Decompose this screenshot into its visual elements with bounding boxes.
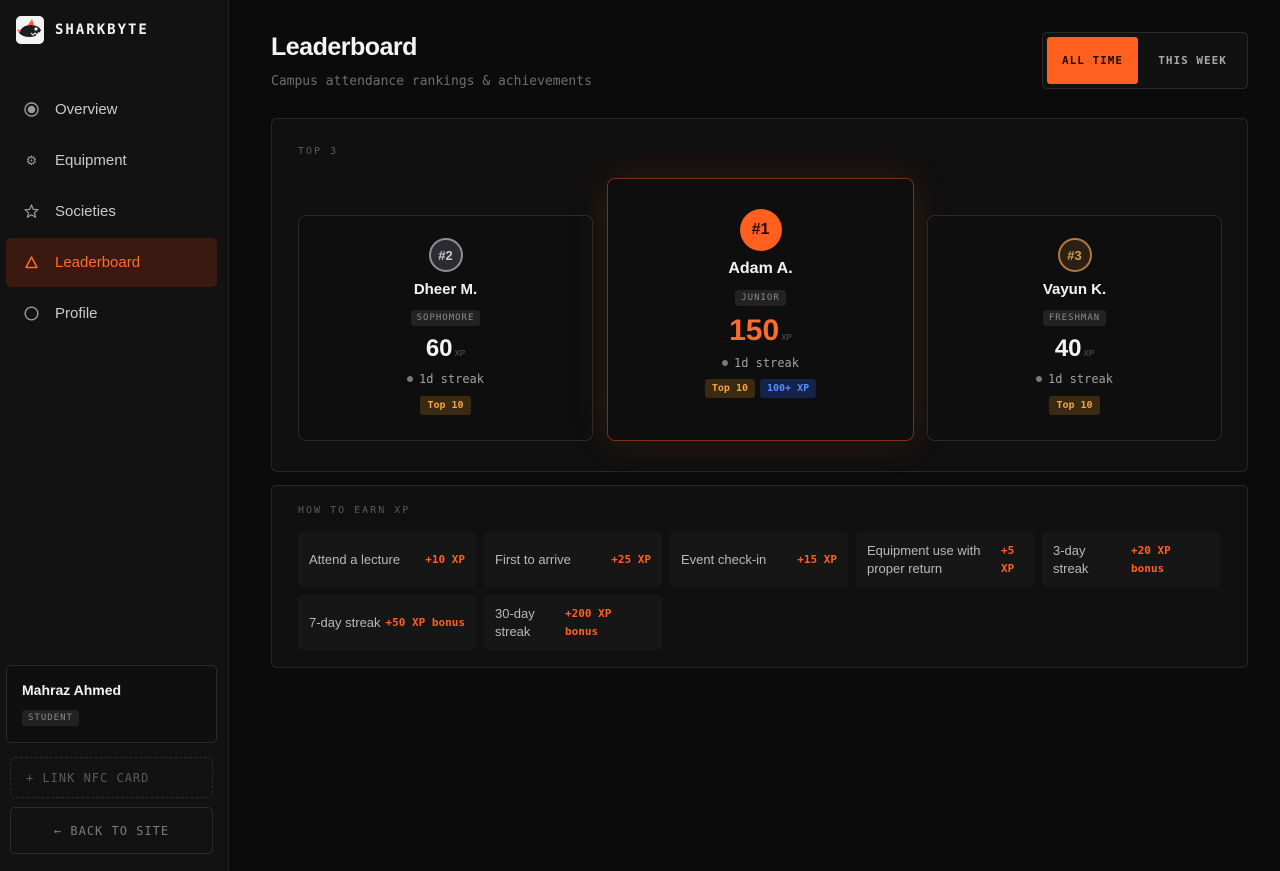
streak-text: 1d streak [1047,372,1114,386]
xp-unit: XP [781,333,792,342]
xp-rule-value: +5 XP [1001,543,1015,575]
rank-badge: #3 [1057,238,1092,272]
user-card[interactable]: Mahraz Ahmed STUDENT [6,665,217,743]
xp-rule-card: 7-day streak +50 XP bonus [298,595,476,650]
top3-panel: TOP 3 #2 Dheer M. SOPHOMORE 60 XP 1d str… [271,118,1248,472]
achievement-badges: Top 10 [299,396,592,415]
xp-rule-card: Event check-in +15 XP [670,532,848,587]
year-badge: SOPHOMORE [410,310,481,326]
xp-score: 40 XP [928,335,1221,363]
panel-label: TOP 3 [298,146,339,157]
xp-rule-card: First to arrive +25 XP [484,532,662,587]
xp-rule-label: Attend a lecture [309,551,401,567]
xp-rule-value: +10 XP [425,552,465,566]
time-range-toggle: ALL TIME THIS WEEK [1042,32,1248,89]
sidebar-item-label: Leaderboard [55,254,141,271]
dot-icon [1035,376,1042,382]
podium-card-second[interactable]: #2 Dheer M. SOPHOMORE 60 XP 1d streak To… [298,215,593,441]
sidebar-item-profile[interactable]: Profile [6,289,217,338]
xp-rule-label: 3-day streak [1053,542,1089,576]
xp-rule-card: Equipment use with proper return +5 XP [856,532,1034,587]
xp-value: 150 [729,314,780,347]
rank-badge: #2 [428,238,463,272]
radio-icon [24,102,39,117]
dot-icon [721,360,728,366]
xp-rules-row: 7-day streak +50 XP bonus 30-day streak … [298,595,1222,650]
player-name: Adam A. [728,260,793,277]
sidebar-item-label: Profile [55,305,98,322]
player-name: Vayun K. [1042,281,1107,298]
xp-rules-grid: Attend a lecture +10 XP First to arrive … [298,532,1222,658]
sidebar: SHARKBYTE Overview ⚙ Equipment Societies… [0,0,229,871]
link-nfc-card-button[interactable]: + LINK NFC CARD [10,757,213,798]
year-badge: JUNIOR [735,290,786,306]
page-subtitle: Campus attendance rankings & achievement… [271,74,592,89]
xp-rule-value: +200 XP bonus [565,606,612,638]
streak-text: 1d streak [418,372,485,386]
xp-rule-value: +25 XP [611,552,651,566]
xp-score: 60 XP [299,335,592,363]
year-badge: FRESHMAN [1042,310,1107,326]
sidebar-item-label: Equipment [55,152,127,169]
xp-rule-value: +50 XP bonus [385,615,465,629]
xp-rule-label: Equipment use with proper return [867,542,981,576]
podium-card-first[interactable]: #1 Adam A. JUNIOR 150 XP 1d streak Top 1… [607,178,914,441]
podium-card-third[interactable]: #3 Vayun K. FRESHMAN 40 XP 1d streak Top… [927,215,1222,441]
player-name: Dheer M. [413,281,478,298]
achievement-badge: Top 10 [1049,396,1100,415]
earn-xp-panel: HOW TO EARN XP Attend a lecture +10 XP F… [271,485,1248,668]
gear-icon: ⚙ [25,152,38,168]
xp-score: 150 XP [608,314,913,348]
back-to-site-button[interactable]: ← BACK TO SITE [10,807,213,854]
xp-rule-label: 30-day streak [495,605,535,639]
shark-logo-icon [16,16,44,44]
rank-badge: #1 [739,209,782,251]
sidebar-item-label: Overview [55,101,118,118]
xp-value: 40 [1054,335,1082,362]
sidebar-item-label: Societies [55,203,116,220]
user-role-badge: STUDENT [22,710,79,726]
xp-rule-card: 3-day streak +20 XP bonus [1042,532,1220,587]
triangle-icon [24,255,39,270]
streak-indicator: 1d streak [608,356,913,370]
xp-rule-value: +15 XP [797,552,837,566]
streak-indicator: 1d streak [928,372,1221,386]
xp-rule-label: Event check-in [681,551,767,567]
sidebar-item-societies[interactable]: Societies [6,187,217,236]
dot-icon [406,376,413,382]
sidebar-item-leaderboard[interactable]: Leaderboard [6,238,217,287]
sidebar-item-overview[interactable]: Overview [6,85,217,134]
circle-icon [24,306,39,321]
this-week-button[interactable]: THIS WEEK [1142,37,1243,84]
achievement-badges: Top 10 100+ XP [608,379,913,398]
brand[interactable]: SHARKBYTE [16,16,149,44]
xp-rule-card: Attend a lecture +10 XP [298,532,476,587]
streak-indicator: 1d streak [299,372,592,386]
all-time-button[interactable]: ALL TIME [1047,37,1139,84]
xp-rule-label: First to arrive [495,551,571,567]
achievement-badge: Top 10 [704,379,755,398]
panel-label: HOW TO EARN XP [298,505,411,516]
brand-name: SHARKBYTE [55,22,149,38]
streak-text: 1d streak [733,356,800,370]
sidebar-item-equipment[interactable]: ⚙ Equipment [6,136,217,185]
achievement-badge: Top 10 [420,396,471,415]
page-title: Leaderboard [271,33,417,61]
sidebar-nav: Overview ⚙ Equipment Societies Leaderboa… [6,85,217,340]
xp-rule-card: 30-day streak +200 XP bonus [484,595,662,650]
xp-rules-row: Attend a lecture +10 XP First to arrive … [298,532,1222,587]
xp-rule-value: +20 XP bonus [1131,543,1171,575]
xp-unit: XP [1083,349,1095,358]
xp-unit: XP [454,349,466,358]
achievement-badge: 100+ XP [759,379,817,398]
xp-rule-label: 7-day streak [309,614,381,630]
user-name: Mahraz Ahmed [22,682,122,698]
star-icon [24,204,39,219]
achievement-badges: Top 10 [928,396,1221,415]
xp-value: 60 [425,335,453,362]
